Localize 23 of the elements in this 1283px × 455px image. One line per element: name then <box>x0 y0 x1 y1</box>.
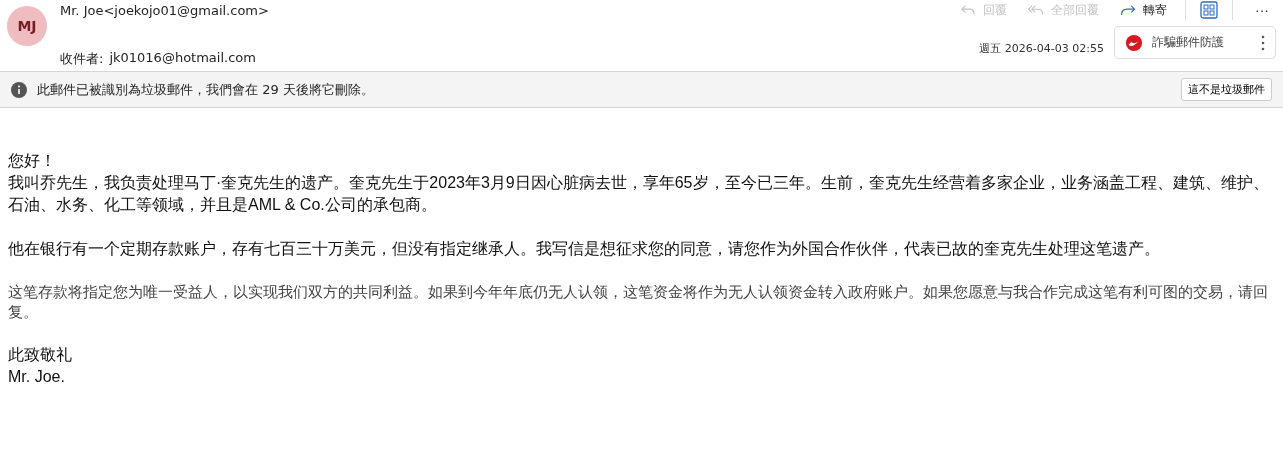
reply-all-icon <box>1027 3 1045 17</box>
sender-avatar: MJ <box>7 6 47 46</box>
date-text: 週五 2026-04-03 02:55 <box>979 41 1104 56</box>
addin-title: 詐騙郵件防護 <box>1152 34 1224 51</box>
body-text: 这笔存款将指定您为唯一受益人，以实现我们双方的共同利益。如果到今年年底仍无人认领，这笔资金将作为无人认领资金转入政府账户。如果您愿意与我合作完成这笔有利可图的交易，请回复。 <box>8 282 1269 322</box>
addin-card[interactable]: 詐騙郵件防護 <box>1114 26 1276 59</box>
recipient-address: jk01016@hotmail.com <box>109 50 256 67</box>
kebab-menu-icon[interactable] <box>1261 34 1265 51</box>
info-icon <box>11 81 27 98</box>
forward-button[interactable]: 轉寄 <box>1109 1 1177 19</box>
body-text: 我叫乔先生，我负责处理马丁·奎克先生的遗产。奎克先生于2023年3月9日因心脏病去世，享年65岁，至今已三年。生前，奎克先生经营着多家企业，业务涵盖工程、建筑、维护、石油、水务、化工等领域，并且是AML & Co.公司的承包商。 <box>8 173 1270 215</box>
reply-icon <box>959 3 977 17</box>
sender-name: Mr. Joe<joekojo01@gmail.com> <box>60 3 269 18</box>
body-text: 他在银行有一个定期存款账户，存有七百三十万美元，但没有指定继承人。我写信是想征求您的同意，请您作为外国合作伙伴，代表已故的奎克先生处理这笔遗产。 <box>8 239 1161 259</box>
more-button[interactable]: ··· <box>1241 2 1283 18</box>
junk-notice: 此郵件已被識別為垃圾郵件，我們會在 29 天後將它刪除。 <box>37 80 374 99</box>
not-junk-button[interactable]: 這不是垃圾郵件 <box>1181 78 1272 101</box>
swirl-logo-icon <box>1125 33 1143 52</box>
recipient-label: 收件者: <box>60 50 104 68</box>
body-text: 此致敬礼 <box>8 345 73 365</box>
body-text: 您好！ <box>8 151 57 171</box>
forward-icon <box>1119 3 1137 17</box>
body-text: Mr. Joe. <box>8 367 66 387</box>
